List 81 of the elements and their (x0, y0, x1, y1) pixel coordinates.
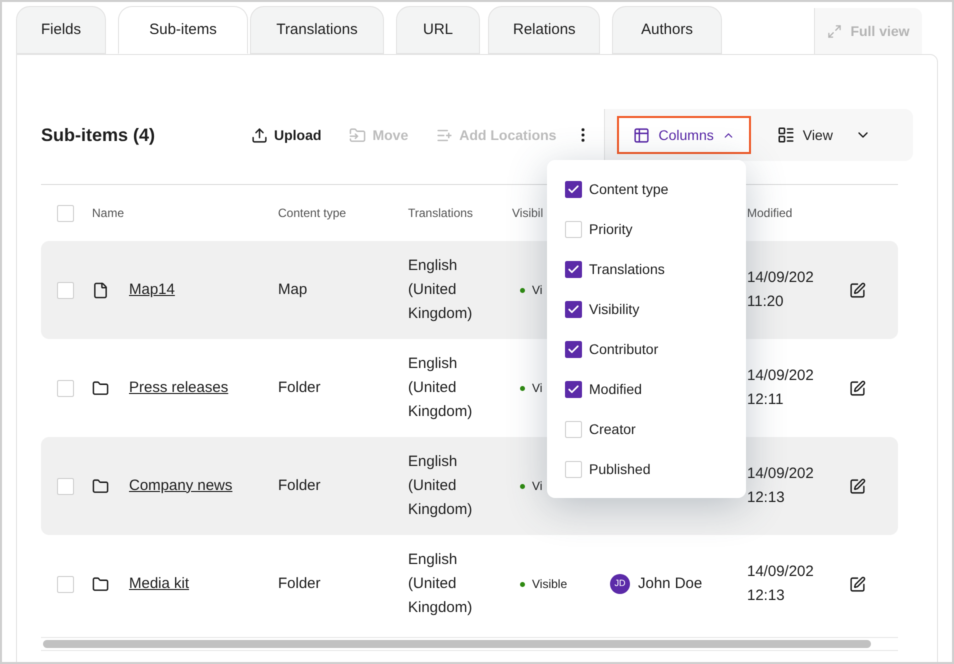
upload-icon (251, 126, 268, 144)
table-icon (633, 126, 650, 144)
modified-date: 14/09/202 (747, 464, 815, 484)
modified-date: 14/09/202 (747, 268, 815, 288)
visibility-status: Vi (532, 380, 542, 397)
tab[interactable]: Translations (250, 6, 384, 54)
checkbox[interactable] (565, 220, 582, 238)
menu-item[interactable]: Published (547, 449, 746, 489)
tab[interactable]: Relations (488, 6, 600, 54)
edit-icon[interactable] (849, 282, 866, 298)
menu-item[interactable]: Creator (547, 409, 746, 449)
translation: English (United Kingdom) (408, 256, 474, 324)
checkbox[interactable] (57, 576, 74, 592)
toolbar-button[interactable]: Upload (251, 124, 322, 146)
content-type: Folder (278, 378, 322, 398)
content-type: Folder (278, 574, 322, 594)
content-type: Map (278, 280, 308, 300)
contributor-name: John Doe (638, 574, 702, 594)
modified-time: 12:11 (747, 390, 784, 410)
check-icon (567, 182, 580, 196)
checkbox[interactable] (57, 478, 74, 494)
avatar: JD (610, 574, 630, 594)
checkbox[interactable] (565, 260, 582, 278)
folder-icon (92, 478, 109, 494)
visibility-status: Visible (532, 576, 568, 593)
modified-date: 14/09/202 (747, 366, 815, 386)
column-header: Content type (278, 205, 348, 222)
translation: English (United Kingdom) (408, 354, 474, 422)
checkbox[interactable] (565, 380, 582, 398)
check-icon (567, 302, 580, 316)
visibility-status: Vi (532, 282, 542, 299)
menu-item[interactable]: Content type (547, 169, 746, 209)
checkbox[interactable] (565, 420, 582, 438)
move-icon (349, 126, 366, 144)
translation: English (United Kingdom) (408, 550, 474, 618)
folder-icon (92, 576, 109, 592)
list-icon (776, 126, 795, 144)
column-header: Translations (408, 205, 474, 222)
modified-time: 12:13 (747, 586, 786, 606)
tab[interactable]: Sub-items (118, 6, 248, 54)
tab[interactable]: Fields (16, 6, 106, 54)
edit-icon[interactable] (849, 576, 866, 592)
item-link[interactable]: Media kit (129, 572, 190, 596)
file-icon (92, 282, 109, 298)
modified-time: 12:13 (747, 488, 786, 508)
menu-item[interactable]: Visibility (547, 289, 746, 329)
checkbox[interactable] (57, 380, 74, 396)
checkbox[interactable] (57, 204, 74, 222)
checkbox[interactable] (565, 460, 582, 478)
folder-icon (92, 380, 109, 396)
menu-item[interactable]: Modified (547, 369, 746, 409)
columns-button[interactable]: Columns (617, 116, 751, 154)
modified-date: 14/09/202 (747, 562, 815, 582)
checkbox[interactable] (565, 340, 582, 358)
check-icon (567, 342, 580, 356)
tab[interactable]: URL (396, 6, 480, 54)
content-type: Folder (278, 476, 322, 496)
column-header: Modified (747, 205, 794, 222)
item-link[interactable]: Company news (129, 474, 232, 498)
checkbox[interactable] (57, 282, 74, 298)
check-icon (567, 262, 580, 276)
visibility-status: Vi (532, 478, 542, 495)
menu-item[interactable]: Priority (547, 209, 746, 249)
item-link[interactable]: Press releases (129, 376, 228, 400)
check-icon (567, 382, 580, 396)
checkbox[interactable] (565, 180, 582, 198)
section-title: Sub-items (4) (41, 124, 156, 147)
view-button[interactable]: View (776, 124, 871, 146)
item-link[interactable]: Map14 (129, 278, 175, 302)
edit-icon[interactable] (849, 380, 866, 396)
edit-icon[interactable] (849, 478, 866, 494)
checkbox[interactable] (565, 300, 582, 318)
column-header: Visibil (512, 205, 544, 222)
expand-icon (827, 24, 842, 38)
modified-time: 11:20 (747, 292, 784, 312)
translation: English (United Kingdom) (408, 452, 474, 520)
tab[interactable]: Authors (612, 6, 722, 54)
menu-item[interactable]: Translations (547, 249, 746, 289)
column-header: Name (92, 205, 126, 222)
menu-item[interactable]: Contributor (547, 329, 746, 369)
scrollbar[interactable] (41, 637, 898, 651)
